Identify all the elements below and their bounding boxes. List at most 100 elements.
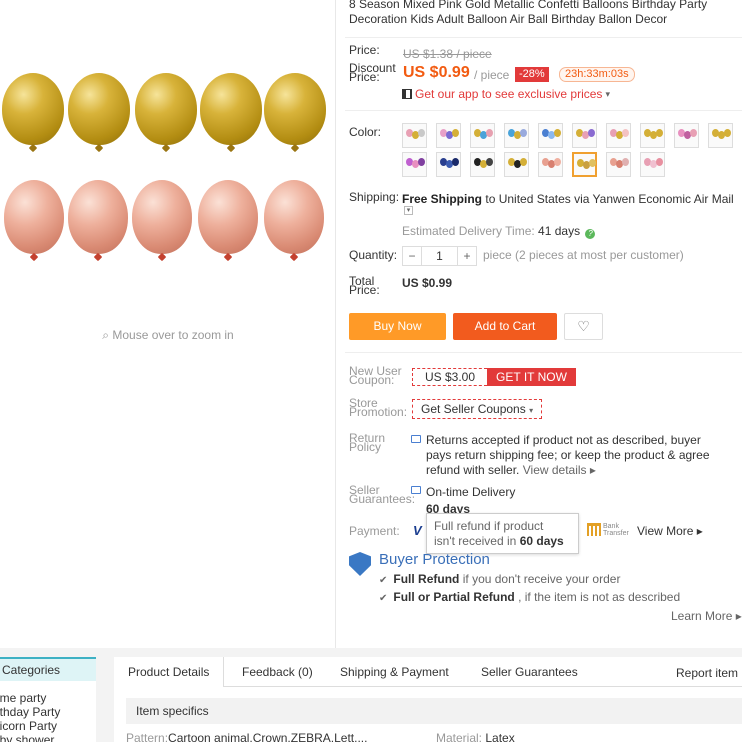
- spec-pattern: Pattern:Cartoon animal,Crown,ZEBRA,Lett.…: [126, 731, 368, 742]
- swatch-balloon: [554, 129, 561, 137]
- color-swatch[interactable]: [640, 123, 665, 148]
- bank-transfer-label: Bank Transfer: [603, 523, 629, 537]
- protection-partial-refund: ✔ Full or Partial Refund , if the item is…: [379, 590, 681, 604]
- color-swatch[interactable]: [538, 152, 563, 177]
- color-swatch[interactable]: [470, 123, 495, 148]
- countdown-timer: 23h:33m:03s: [559, 67, 635, 82]
- color-swatch[interactable]: [572, 152, 597, 177]
- swatch-balloon: [486, 158, 493, 166]
- tab-product-details[interactable]: Product Details: [114, 657, 225, 687]
- balloon-knot: [93, 252, 103, 262]
- visa-icon: V: [413, 523, 422, 538]
- bank-icon: [587, 523, 601, 536]
- color-swatch[interactable]: [504, 123, 529, 148]
- add-to-cart-button[interactable]: Add to Cart: [453, 313, 557, 340]
- swatch-balloon: [589, 159, 596, 167]
- help-icon[interactable]: ?: [585, 229, 596, 239]
- color-swatch[interactable]: [402, 152, 427, 177]
- color-swatch[interactable]: [436, 123, 461, 148]
- wishlist-button[interactable]: ♡: [564, 313, 603, 340]
- gold-balloon: [135, 73, 197, 145]
- decrease-button[interactable]: −: [403, 247, 421, 265]
- view-more-payment-link[interactable]: View More ▸: [637, 524, 703, 538]
- color-swatch[interactable]: [674, 123, 699, 148]
- tab-shipping-payment[interactable]: Shipping & Payment: [326, 657, 463, 687]
- color-swatch[interactable]: [708, 123, 733, 148]
- learn-more-link[interactable]: Learn More ▸: [671, 609, 742, 623]
- return-policy-label: Return Policy: [349, 431, 386, 454]
- rose-gold-balloon: [264, 180, 324, 254]
- swatch-balloon: [452, 158, 459, 166]
- view-details-link[interactable]: View details ▸: [523, 463, 596, 477]
- color-swatch[interactable]: [470, 152, 495, 177]
- product-detail-panel: Product Details Feedback (0) Shipping & …: [114, 657, 742, 742]
- guarantee-tooltip: Full refund if product isn't received in…: [426, 513, 579, 554]
- tab-seller-guarantees[interactable]: Seller Guarantees: [467, 657, 592, 687]
- categories-header[interactable]: Categories: [0, 657, 96, 681]
- color-swatch[interactable]: [402, 123, 427, 148]
- buyer-protection-title: Buyer Protection: [379, 551, 490, 568]
- report-item-link[interactable]: Report item: [676, 666, 738, 680]
- new-user-coupon: US $3.00 GET IT NOW: [412, 368, 576, 386]
- increase-button[interactable]: +: [458, 247, 476, 265]
- rose-gold-balloon: [4, 180, 64, 254]
- check-icon: ✔: [379, 575, 388, 586]
- shipping-label: Shipping:: [349, 190, 400, 204]
- color-swatch[interactable]: [504, 152, 529, 177]
- color-swatch[interactable]: [640, 152, 665, 177]
- color-swatch[interactable]: [436, 152, 461, 177]
- discount-badge: -28%: [515, 67, 549, 82]
- swatch-balloon: [520, 158, 527, 166]
- balloon-knot: [29, 252, 39, 262]
- shield-icon: [349, 552, 371, 576]
- balloon-knot: [290, 143, 300, 153]
- on-time-delivery[interactable]: On-time Delivery: [426, 485, 515, 499]
- shipping-method[interactable]: Free Shipping to United States via Yanwe…: [402, 192, 734, 206]
- color-label: Color:: [349, 125, 382, 139]
- total-price: US $0.99: [402, 276, 453, 290]
- color-swatch[interactable]: [572, 123, 597, 148]
- categories-list: eme party irthday Party nicorn Party aby…: [0, 681, 96, 742]
- shipping-dropdown[interactable]: ▾: [404, 206, 413, 215]
- category-item[interactable]: irthday Party: [0, 705, 96, 719]
- swatch-balloon: [418, 129, 425, 137]
- protection-full-refund: ✔ Full Refund if you don't receive your o…: [379, 572, 621, 586]
- color-swatch[interactable]: [606, 123, 631, 148]
- swatch-balloon: [690, 129, 697, 137]
- balloon-knot: [94, 143, 104, 153]
- get-seller-coupons-button[interactable]: Get Seller Coupons ▾: [412, 399, 543, 419]
- balloon-knot: [157, 252, 167, 262]
- swatch-balloon: [656, 129, 663, 137]
- balloon-knot: [161, 143, 171, 153]
- chevron-down-icon: ▾: [529, 406, 534, 415]
- divider: [345, 110, 742, 111]
- product-image[interactable]: [0, 0, 336, 648]
- color-swatch[interactable]: [538, 123, 563, 148]
- category-item[interactable]: nicorn Party: [0, 719, 96, 733]
- seller-guarantees-label: Seller Guarantees:: [349, 483, 416, 506]
- gold-balloon: [68, 73, 130, 145]
- category-item[interactable]: eme party: [0, 691, 96, 705]
- swatch-balloon: [588, 129, 595, 137]
- gold-balloon: [2, 73, 64, 145]
- return-icon: [411, 435, 421, 443]
- payment-label: Payment:: [349, 524, 400, 538]
- swatch-balloon: [486, 129, 493, 137]
- balloon-knot: [289, 252, 299, 262]
- balloon-knot: [226, 143, 236, 153]
- price-unit: / piece: [474, 68, 510, 82]
- swatch-balloon: [554, 158, 561, 166]
- return-policy-text: Returns accepted if product not as descr…: [426, 433, 710, 477]
- get-coupon-button[interactable]: GET IT NOW: [487, 368, 576, 386]
- new-user-coupon-label: New User Coupon:: [349, 364, 402, 387]
- quantity-input[interactable]: 1: [421, 247, 458, 265]
- current-price: US $0.99: [403, 64, 470, 81]
- buy-now-button[interactable]: Buy Now: [349, 313, 446, 340]
- coupon-amount: US $3.00: [412, 368, 488, 386]
- app-promo-link[interactable]: Get our app to see exclusive prices ▾: [402, 87, 610, 101]
- color-swatch[interactable]: [606, 152, 631, 177]
- total-price-label: Total Price:: [349, 274, 380, 297]
- tab-feedback[interactable]: Feedback (0): [228, 657, 327, 687]
- category-item[interactable]: aby shower: [0, 733, 96, 742]
- payment-logos: V: [413, 523, 422, 538]
